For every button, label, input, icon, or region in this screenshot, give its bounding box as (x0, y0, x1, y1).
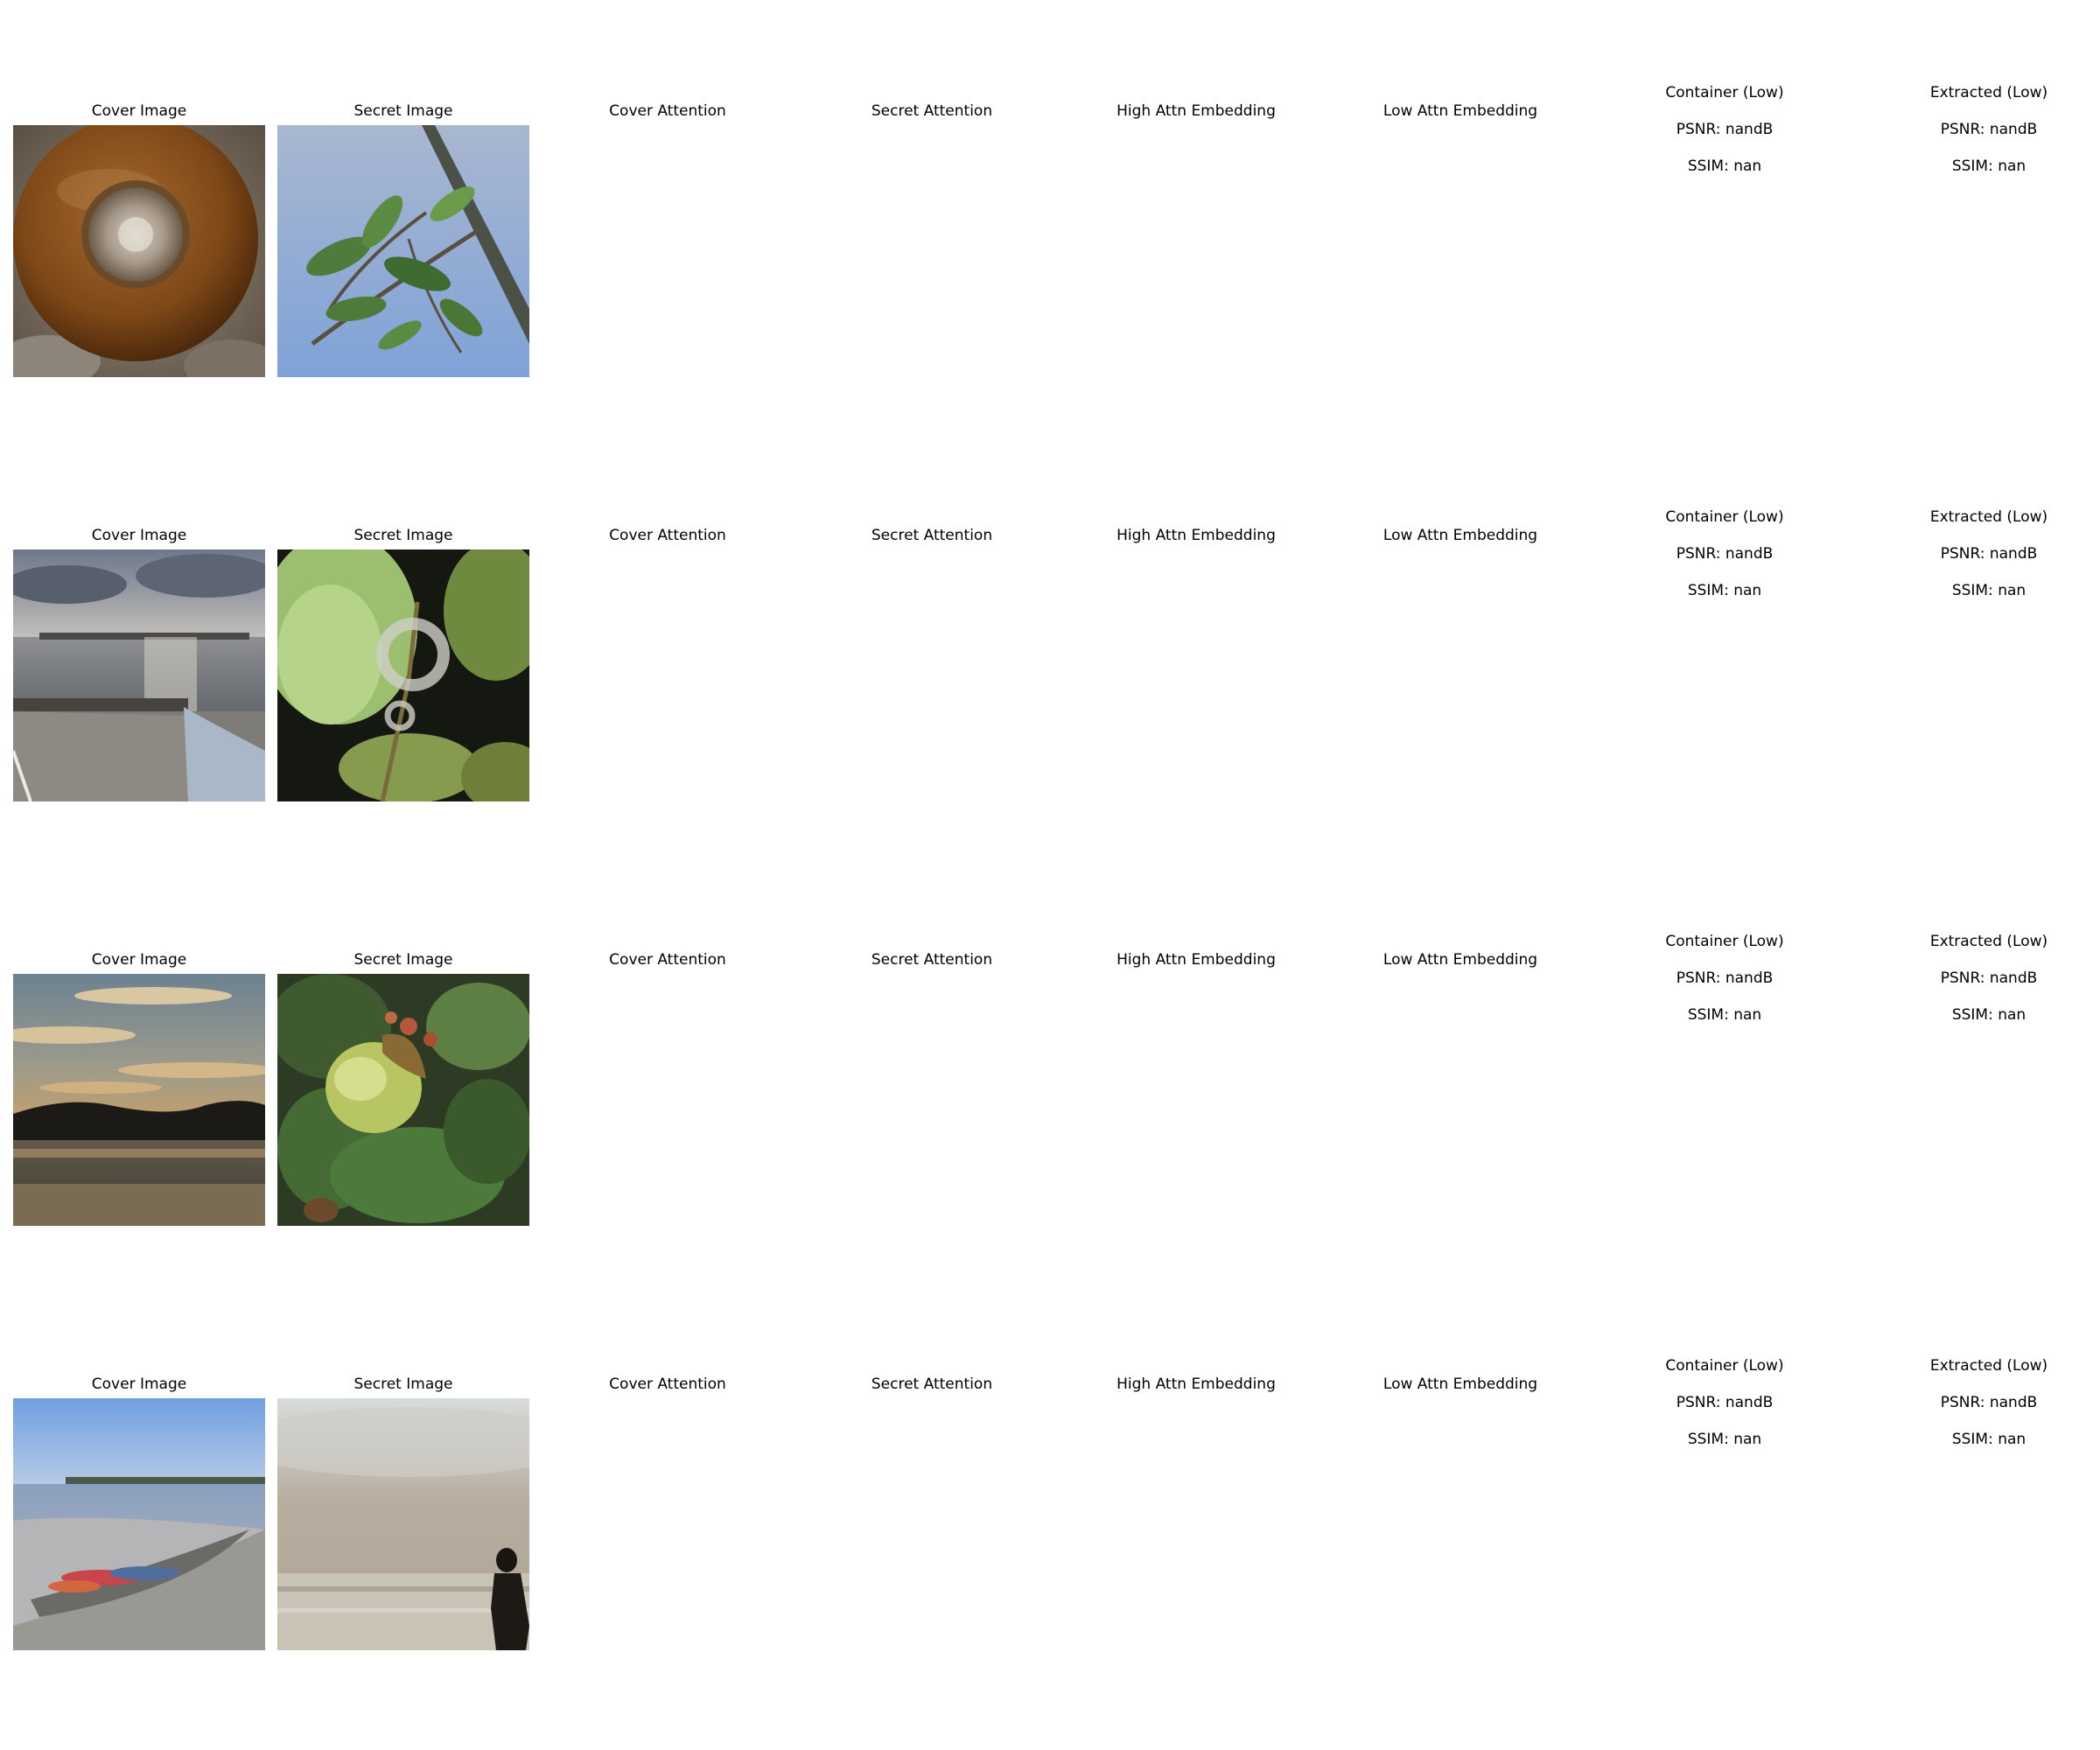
extracted-psnr: PSNR: nandB (1940, 545, 2038, 563)
extracted-psnr: PSNR: nandB (1940, 1394, 2038, 1411)
figure-row: Cover Image Secret Image Cover Attention… (0, 1273, 2100, 1650)
secret-image (277, 550, 529, 802)
extracted-title: Extracted (Low) PSNR: nandB SSIM: nan (1863, 66, 2100, 194)
sunset-image (13, 974, 265, 1226)
extracted-title: Extracted (Low) PSNR: nandB SSIM: nan (1863, 490, 2100, 619)
container-title: Container (Low) PSNR: nandB SSIM: nan (1599, 1339, 1851, 1467)
extracted-ssim: SSIM: nan (1951, 1006, 2026, 1024)
oak-branch-image (277, 125, 529, 377)
cover-title: Cover Image (91, 951, 187, 969)
cover-attention-title: Cover Attention (609, 951, 726, 969)
extracted-title: Extracted (Low) PSNR: nandB SSIM: nan (1863, 914, 2100, 1043)
container-title-line: Container (Low) (1665, 84, 1784, 102)
figure-row: Cover Image Secret Image Cover Attention… (0, 424, 2100, 802)
container-ssim: SSIM: nan (1687, 158, 1762, 175)
high-embedding-title: High Attn Embedding (1116, 527, 1276, 544)
low-embedding-title: Low Attn Embedding (1382, 1376, 1538, 1393)
extracted-title-line: Extracted (Low) (1929, 84, 2048, 102)
high-embedding-title: High Attn Embedding (1116, 1376, 1276, 1393)
figure-row: Cover Image Secret Image Cover Attention… (0, 849, 2100, 1226)
secret-title: Secret Image (354, 1376, 453, 1393)
high-embedding-title: High Attn Embedding (1116, 102, 1276, 120)
secret-title: Secret Image (354, 102, 453, 120)
oak-leaves-image (277, 550, 529, 802)
container-title: Container (Low) PSNR: nandB SSIM: nan (1599, 914, 1851, 1043)
secret-attention-title: Secret Attention (871, 102, 993, 120)
figure-row: Cover Image Secret Image Cover Attention… (0, 0, 2100, 377)
container-psnr: PSNR: nandB (1676, 970, 1774, 987)
hazy-beach-image (277, 1398, 529, 1650)
figure-grid: Cover Image Secret Image Cover Attention… (0, 0, 2100, 1750)
cover-title: Cover Image (91, 527, 187, 544)
extracted-psnr: PSNR: nandB (1940, 970, 2038, 987)
extracted-title-line: Extracted (Low) (1929, 933, 2048, 950)
cover-attention-title: Cover Attention (609, 102, 726, 120)
secret-attention-title: Secret Attention (871, 527, 993, 544)
extracted-ssim: SSIM: nan (1951, 582, 2026, 599)
low-embedding-title: Low Attn Embedding (1382, 102, 1538, 120)
container-title: Container (Low) PSNR: nandB SSIM: nan (1599, 490, 1851, 619)
cover-attention-title: Cover Attention (609, 1376, 726, 1393)
green-acorn-image (277, 974, 529, 1226)
secret-image (277, 974, 529, 1226)
harbor-image (13, 550, 265, 802)
secret-title: Secret Image (354, 527, 453, 544)
secret-attention-title: Secret Attention (871, 1376, 993, 1393)
container-psnr: PSNR: nandB (1676, 1394, 1774, 1411)
cover-attention-title: Cover Attention (609, 527, 726, 544)
high-embedding-title: High Attn Embedding (1116, 951, 1276, 969)
extracted-ssim: SSIM: nan (1951, 1431, 2026, 1448)
container-psnr: PSNR: nandB (1676, 121, 1774, 138)
cover-image (13, 550, 265, 802)
extracted-title-line: Extracted (Low) (1929, 1357, 2048, 1375)
cover-image (13, 974, 265, 1226)
container-ssim: SSIM: nan (1687, 1006, 1762, 1024)
secret-attention-title: Secret Attention (871, 951, 993, 969)
container-psnr: PSNR: nandB (1676, 545, 1774, 563)
kayaks-beach-image (13, 1398, 265, 1650)
low-embedding-title: Low Attn Embedding (1382, 527, 1538, 544)
secret-title: Secret Image (354, 951, 453, 969)
container-title-line: Container (Low) (1665, 933, 1784, 950)
secret-image (277, 125, 529, 377)
low-embedding-title: Low Attn Embedding (1382, 951, 1538, 969)
extracted-psnr: PSNR: nandB (1940, 121, 2038, 138)
container-title: Container (Low) PSNR: nandB SSIM: nan (1599, 66, 1851, 194)
secret-image (277, 1398, 529, 1650)
container-ssim: SSIM: nan (1687, 1431, 1762, 1448)
extracted-ssim: SSIM: nan (1951, 158, 2026, 175)
cover-image (13, 1398, 265, 1650)
cover-title: Cover Image (91, 102, 187, 120)
container-title-line: Container (Low) (1665, 1357, 1784, 1375)
extracted-title: Extracted (Low) PSNR: nandB SSIM: nan (1863, 1339, 2100, 1467)
acorn-image (13, 125, 265, 377)
cover-image (13, 125, 265, 377)
container-title-line: Container (Low) (1665, 508, 1784, 526)
extracted-title-line: Extracted (Low) (1929, 508, 2048, 526)
cover-title: Cover Image (91, 1376, 187, 1393)
container-ssim: SSIM: nan (1687, 582, 1762, 599)
